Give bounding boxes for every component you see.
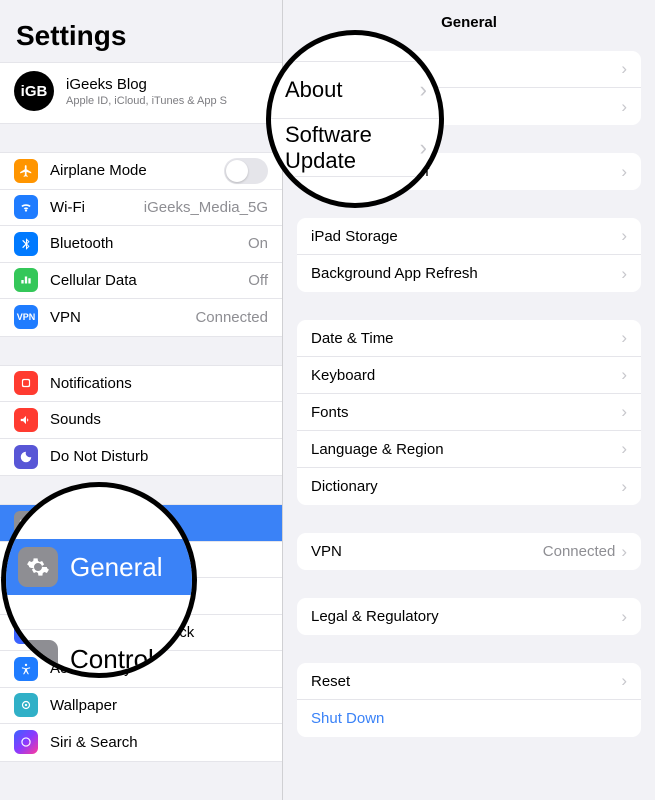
detail-item-label: Language & Region xyxy=(311,441,621,458)
sidebar-item-bluetooth[interactable]: Bluetooth On xyxy=(0,226,282,263)
magnifier-label: Software Update xyxy=(285,122,439,174)
detail-item-vpn[interactable]: VPN Connected › xyxy=(297,533,641,570)
sounds-icon xyxy=(14,408,38,432)
detail-item-label: Background App Refresh xyxy=(311,265,621,282)
magnifier-row-about: About › xyxy=(271,61,439,119)
detail-item-legal[interactable]: Legal & Regulatory › xyxy=(297,598,641,635)
detail-item-background-refresh[interactable]: Background App Refresh › xyxy=(297,255,641,292)
detail-item-label: VPN xyxy=(311,543,543,560)
settings-title: Settings xyxy=(16,20,266,52)
card-storage: iPad Storage › Background App Refresh › xyxy=(297,218,641,292)
sidebar-item-label: VPN xyxy=(50,309,187,326)
wifi-value: iGeeks_Media_5G xyxy=(144,199,268,216)
sidebar-item-label: Bluetooth xyxy=(50,235,240,252)
detail-item-shutdown[interactable]: Shut Down xyxy=(297,700,641,737)
chevron-icon: › xyxy=(621,671,627,691)
sidebar-item-label: Do Not Disturb xyxy=(50,448,268,465)
chevron-icon: › xyxy=(621,477,627,497)
magnifier-row-software-update: Software Update › xyxy=(271,119,439,177)
detail-item-storage[interactable]: iPad Storage › xyxy=(297,218,641,255)
magnifier-label: General xyxy=(70,552,163,583)
wifi-icon xyxy=(14,195,38,219)
chevron-icon: › xyxy=(621,226,627,246)
cellular-icon xyxy=(14,268,38,292)
chevron-icon: › xyxy=(621,402,627,422)
chevron-icon: › xyxy=(621,439,627,459)
detail-item-label: Legal & Regulatory xyxy=(311,608,621,625)
detail-item-label: Dictionary xyxy=(311,478,621,495)
sidebar-item-label: Airplane Mode xyxy=(50,162,224,179)
sidebar-item-label: Sounds xyxy=(50,411,268,428)
notifications-icon xyxy=(14,371,38,395)
sidebar-item-siri[interactable]: Siri & Search xyxy=(0,724,282,761)
detail-item-label: Fonts xyxy=(311,404,621,421)
chevron-icon: › xyxy=(621,365,627,385)
vpn-icon: VPN xyxy=(14,305,38,329)
sidebar-item-vpn[interactable]: VPN VPN Connected xyxy=(0,299,282,336)
group-notify: Notifications Sounds Do Not Disturb xyxy=(0,365,282,477)
gear-icon xyxy=(18,547,58,587)
magnifier-label: About xyxy=(285,77,343,103)
detail-item-language-region[interactable]: Language & Region › xyxy=(297,431,641,468)
siri-icon xyxy=(14,730,38,754)
control-icon xyxy=(18,640,58,679)
chevron-icon: › xyxy=(621,607,627,627)
sidebar-item-wallpaper[interactable]: Wallpaper xyxy=(0,688,282,725)
chevron-icon: › xyxy=(621,97,627,117)
chevron-icon: › xyxy=(420,135,427,161)
bluetooth-icon xyxy=(14,232,38,256)
sidebar-item-wifi[interactable]: Wi-Fi iGeeks_Media_5G xyxy=(0,190,282,227)
card-locale: Date & Time › Keyboard › Fonts › Languag… xyxy=(297,320,641,505)
detail-item-label: Date & Time xyxy=(311,330,621,347)
detail-item-label: Shut Down xyxy=(311,710,627,727)
chevron-icon: › xyxy=(621,264,627,284)
cellular-value: Off xyxy=(248,272,268,289)
detail-item-fonts[interactable]: Fonts › xyxy=(297,394,641,431)
card-legal: Legal & Regulatory › xyxy=(297,598,641,635)
chevron-icon: › xyxy=(621,328,627,348)
sidebar-item-label: Notifications xyxy=(50,375,268,392)
sidebar-item-airplane[interactable]: Airplane Mode xyxy=(0,153,282,190)
detail-item-label: Keyboard xyxy=(311,367,621,384)
magnifier-software-update: About › Software Update › xyxy=(266,30,444,208)
sidebar-item-label: Siri & Search xyxy=(50,734,268,751)
sidebar-header: Settings xyxy=(0,0,282,62)
account-name: iGeeks Blog xyxy=(66,76,227,93)
sidebar-item-notifications[interactable]: Notifications xyxy=(0,366,282,403)
airplane-toggle[interactable] xyxy=(224,158,268,184)
chevron-icon: › xyxy=(621,542,627,562)
chevron-icon: › xyxy=(621,162,627,182)
detail-item-label: Reset xyxy=(311,673,621,690)
airplane-icon xyxy=(14,159,38,183)
sidebar-item-label: Cellular Data xyxy=(50,272,240,289)
bluetooth-value: On xyxy=(248,235,268,252)
card-vpn: VPN Connected › xyxy=(297,533,641,570)
avatar: iGB xyxy=(14,71,54,111)
detail-item-label: iPad Storage xyxy=(311,228,621,245)
sidebar-item-sounds[interactable]: Sounds xyxy=(0,402,282,439)
magnifier-label: Control xyxy=(70,644,154,675)
dnd-icon xyxy=(14,445,38,469)
chevron-icon: › xyxy=(420,77,427,103)
vpn-value: Connected xyxy=(195,309,268,326)
detail-item-keyboard[interactable]: Keyboard › xyxy=(297,357,641,394)
magnifier-below-row: Control xyxy=(6,629,192,678)
wallpaper-icon xyxy=(14,693,38,717)
detail-item-date-time[interactable]: Date & Time › xyxy=(297,320,641,357)
sidebar-item-label: Wi-Fi xyxy=(50,199,136,216)
detail-item-reset[interactable]: Reset › xyxy=(297,663,641,700)
detail-item-value: Connected xyxy=(543,543,616,560)
sidebar-item-label: Wallpaper xyxy=(50,697,268,714)
magnifier-selected-row: General xyxy=(6,539,192,595)
group-network: Airplane Mode Wi-Fi iGeeks_Media_5G Blue… xyxy=(0,152,282,337)
sidebar-item-cellular[interactable]: Cellular Data Off xyxy=(0,263,282,300)
card-reset: Reset › Shut Down xyxy=(297,663,641,737)
sidebar-item-dnd[interactable]: Do Not Disturb xyxy=(0,439,282,476)
account-subtitle: Apple ID, iCloud, iTunes & App S xyxy=(66,95,227,107)
detail-item-dictionary[interactable]: Dictionary › xyxy=(297,468,641,505)
chevron-icon: › xyxy=(621,59,627,79)
magnifier-general: General Control xyxy=(1,482,197,678)
account-row[interactable]: iGB iGeeks Blog Apple ID, iCloud, iTunes… xyxy=(0,62,282,124)
sidebar: Settings iGB iGeeks Blog Apple ID, iClou… xyxy=(0,0,283,800)
